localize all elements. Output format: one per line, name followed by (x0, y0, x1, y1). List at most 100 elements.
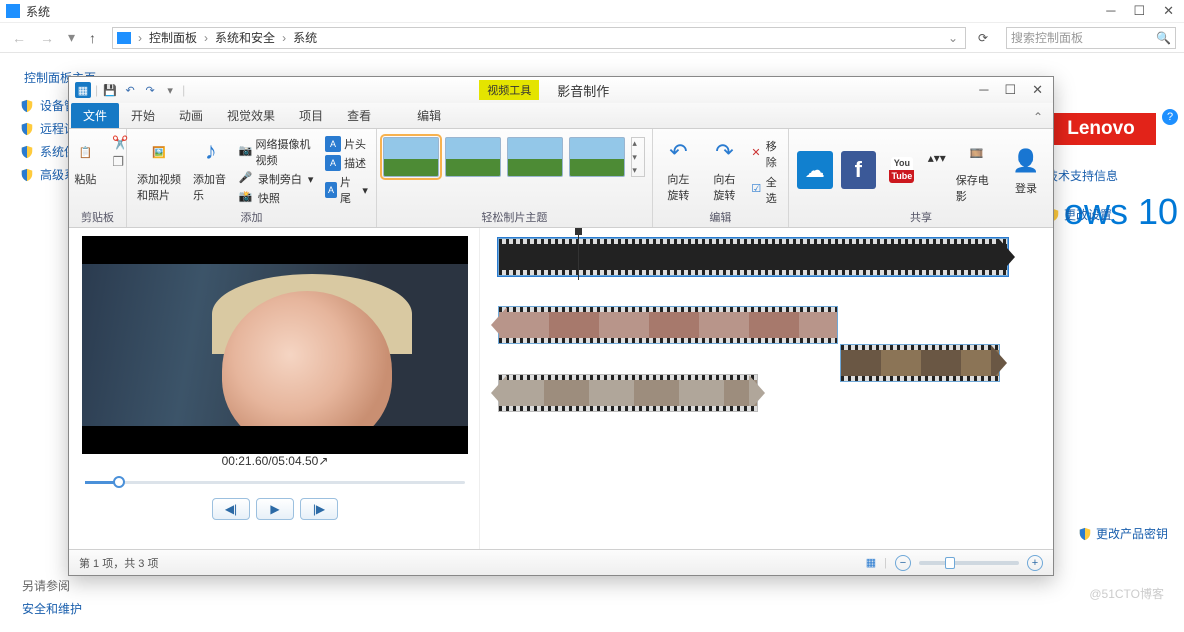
rotate-right-button[interactable]: ↷向右 旋转 (705, 133, 743, 205)
share-scroll[interactable]: ▴▾▾ (928, 151, 946, 189)
gallery-scroll[interactable]: ▴▾▾ (631, 137, 645, 177)
credit-button[interactable]: A片尾 ▾ (325, 173, 368, 207)
preview-seek-slider[interactable] (85, 474, 465, 490)
cp-close-icon[interactable]: ✕ (1163, 3, 1174, 19)
theme-thumb[interactable] (507, 137, 563, 177)
video-photo-icon: 🖼️ (142, 135, 176, 169)
redo-icon[interactable]: ↷ (142, 82, 158, 98)
tab-home[interactable]: 开始 (119, 103, 167, 128)
timeline-clip[interactable] (498, 238, 1008, 276)
remove-button[interactable]: ✕移除 (751, 137, 781, 171)
select-all-icon: ☑ (751, 182, 762, 198)
undo-icon[interactable]: ↶ (122, 82, 138, 98)
change-settings-link[interactable]: 更改设置 (1046, 206, 1176, 223)
zoom-in-button[interactable]: + (1027, 555, 1043, 571)
tab-project[interactable]: 项目 (287, 103, 335, 128)
shield-icon (1078, 527, 1092, 541)
credit-icon: A (325, 182, 337, 198)
theme-thumb[interactable] (383, 137, 439, 177)
mic-icon: 🎤 (239, 171, 255, 187)
user-icon: 👤 (1009, 144, 1043, 178)
rotate-left-icon: ↶ (661, 135, 695, 169)
add-music-button[interactable]: ♪添加音乐 (191, 133, 231, 205)
nav-up-icon[interactable]: ↑ (85, 30, 100, 46)
timeline-clip[interactable] (498, 306, 838, 344)
clipboard-icon: 📋 (68, 135, 102, 169)
webcam-button[interactable]: 📷网络摄像机视频 (239, 135, 317, 169)
prev-frame-button[interactable]: ◀| (212, 498, 250, 520)
file-tab[interactable]: 文件 (71, 103, 119, 128)
mm-min-icon[interactable]: ─ (979, 82, 988, 98)
cp-min-icon[interactable]: ─ (1106, 3, 1115, 19)
nav-back-icon[interactable]: ← (8, 30, 30, 46)
next-frame-button[interactable]: |▶ (300, 498, 338, 520)
shield-icon (20, 145, 34, 159)
paste-button[interactable]: 📋 粘贴 (66, 133, 104, 189)
play-button[interactable]: ▶ (256, 498, 294, 520)
movie-maker-window: ▦ | 💾 ↶ ↷ ▾ | 视频工具 影音制作 ─ ☐ ✕ 文件 开始 动画 视… (68, 76, 1054, 576)
addr-dropdown-icon[interactable]: ⌄ (945, 31, 961, 45)
group-share: 共享 (910, 207, 932, 225)
support-link[interactable]: 技术支持信息 (1046, 167, 1176, 184)
select-all-button[interactable]: ☑全选 (751, 173, 781, 207)
shield-icon (20, 168, 34, 182)
snapshot-button[interactable]: 📸快照 (239, 189, 317, 207)
crumb[interactable]: 控制面板 (149, 29, 197, 46)
group-add: 添加 (240, 207, 262, 225)
title-button[interactable]: A片头 (325, 135, 368, 153)
caption-icon: A (325, 155, 341, 171)
refresh-icon[interactable]: ⟳ (972, 31, 994, 45)
theme-thumb[interactable] (569, 137, 625, 177)
cp-icon (117, 32, 131, 44)
timeline-clip[interactable] (498, 374, 758, 412)
view-thumbs-icon[interactable]: ▦ (866, 556, 876, 569)
crumb[interactable]: 系统 (293, 29, 317, 46)
address-bar[interactable]: › 控制面板 › 系统和安全 › 系统 ⌄ (112, 27, 966, 49)
security-maint-link[interactable]: 安全和维护 (22, 597, 82, 620)
nav-fwd-icon[interactable]: → (36, 30, 58, 46)
search-input[interactable]: 搜索控制面板 🔍 (1006, 27, 1176, 49)
facebook-icon[interactable]: f (841, 151, 877, 189)
title-icon: A (325, 136, 341, 152)
ribbon-collapse-icon[interactable]: ⌃ (1033, 110, 1053, 128)
tab-edit[interactable]: 编辑 (405, 103, 453, 128)
lenovo-logo: Lenovo (1046, 113, 1156, 145)
add-video-photo-button[interactable]: 🖼️添加视频 和照片 (135, 133, 183, 205)
mm-close-icon[interactable]: ✕ (1032, 82, 1043, 98)
narration-button[interactable]: 🎤录制旁白 ▾ (239, 170, 317, 188)
timecode: 00:21.60/05:04.50↗ (222, 454, 329, 468)
caption-button[interactable]: A描述 (325, 154, 368, 172)
login-button[interactable]: 👤登录 (1007, 142, 1045, 198)
contextual-tab: 视频工具 (479, 80, 539, 100)
system-icon (6, 4, 20, 18)
tab-vfx[interactable]: 视觉效果 (215, 103, 287, 128)
change-product-key-link[interactable]: 更改产品密钥 (1078, 525, 1168, 542)
qat-dropdown-icon[interactable]: ▾ (162, 82, 178, 98)
search-icon: 🔍 (1156, 31, 1171, 45)
rotate-left-button[interactable]: ↶向左 旋转 (659, 133, 697, 205)
save-movie-button[interactable]: 🎞️保存电影 (954, 134, 999, 206)
skydrive-icon[interactable]: ☁ (797, 151, 833, 189)
theme-thumb[interactable] (445, 137, 501, 177)
cp-title: 系统 (26, 3, 1106, 20)
fullscreen-icon[interactable]: ↗ (318, 454, 328, 468)
watermark: @51CTO博客 (1089, 585, 1164, 602)
save-icon[interactable]: 💾 (102, 82, 118, 98)
tab-anim[interactable]: 动画 (167, 103, 215, 128)
group-edit: 编辑 (709, 207, 731, 225)
crumb[interactable]: 系统和安全 (215, 29, 275, 46)
theme-gallery[interactable]: ▴▾▾ (381, 133, 647, 181)
app-icon[interactable]: ▦ (75, 82, 91, 98)
nav-recent-icon[interactable]: ▾ (64, 29, 79, 46)
group-themes: 轻松制片主题 (481, 207, 547, 225)
app-title: 影音制作 (557, 81, 609, 100)
zoom-slider[interactable] (919, 561, 1019, 565)
zoom-out-button[interactable]: − (895, 555, 911, 571)
tab-view[interactable]: 查看 (335, 103, 383, 128)
rotate-right-icon: ↷ (707, 135, 741, 169)
playhead[interactable] (578, 232, 579, 280)
mm-max-icon[interactable]: ☐ (1004, 82, 1016, 98)
video-preview (82, 236, 468, 454)
youtube-icon[interactable]: YouTube (884, 151, 920, 189)
cp-max-icon[interactable]: ☐ (1133, 3, 1145, 19)
